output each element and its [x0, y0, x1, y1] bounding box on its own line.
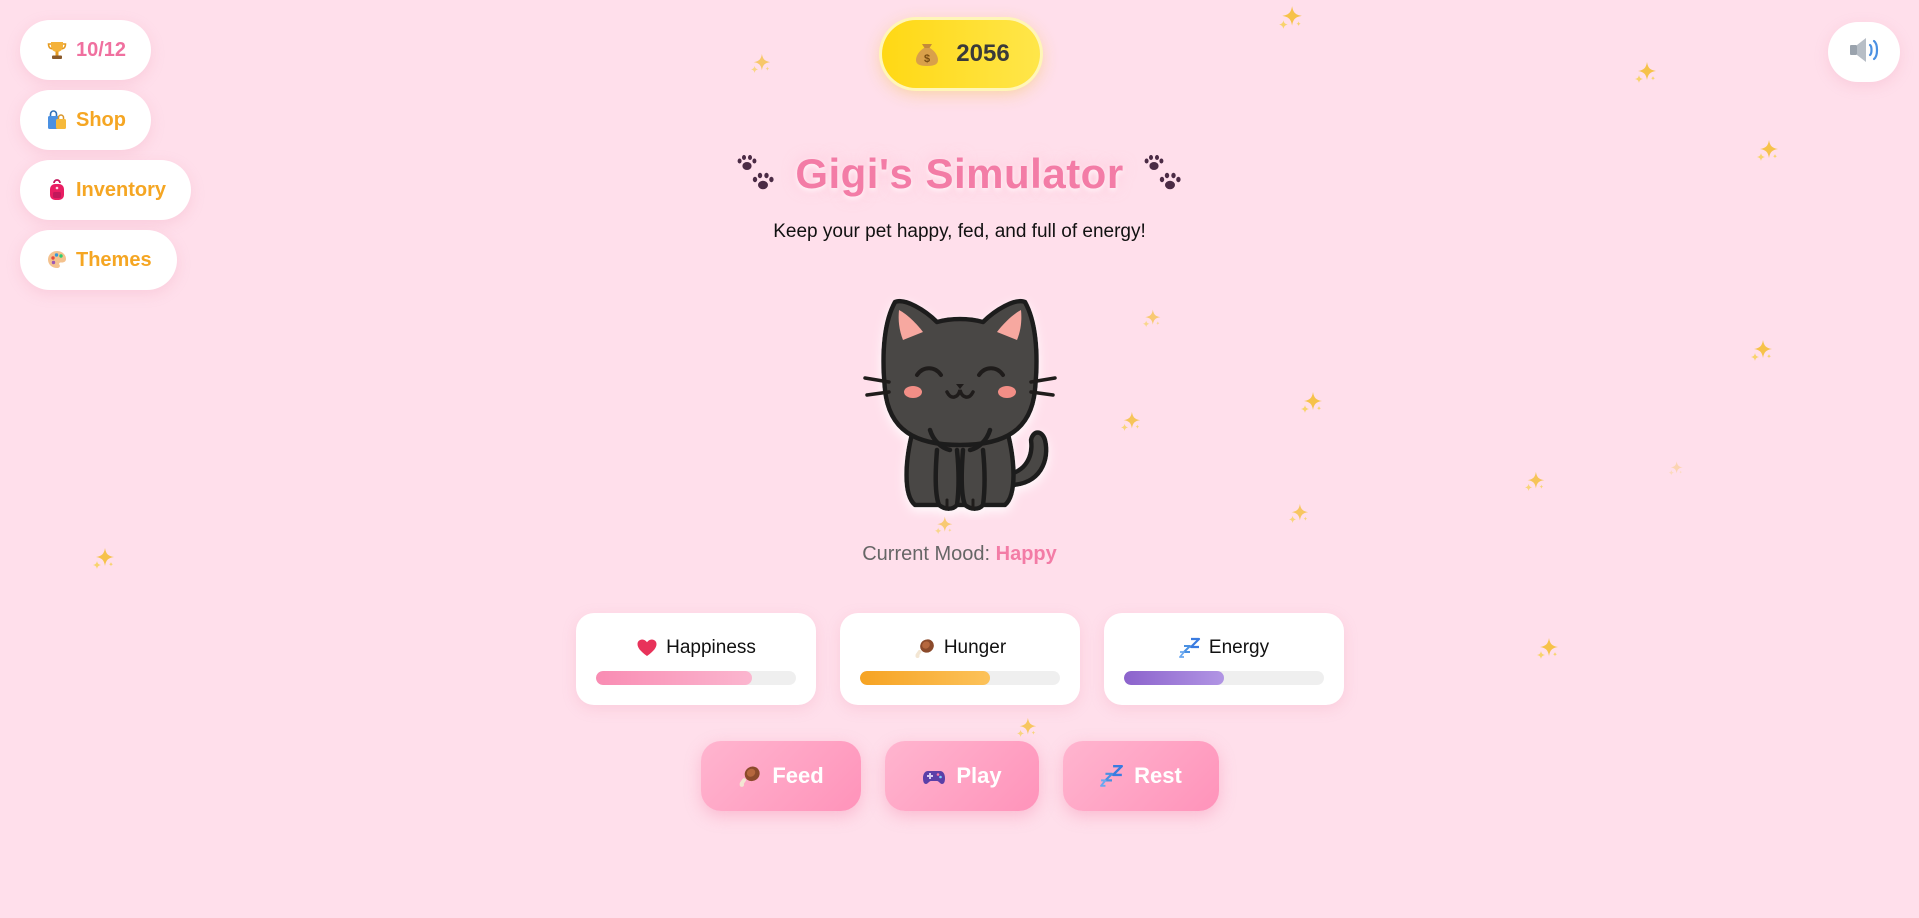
- hunger-label: Hunger: [943, 637, 1007, 658]
- sparkle-icon: [1634, 60, 1658, 84]
- happiness-bar: [596, 671, 796, 685]
- coin-counter: $ 2056: [882, 20, 1040, 88]
- hunger-bar: [860, 671, 1060, 685]
- subtitle: Keep your pet happy, fed, and full of en…: [773, 221, 1146, 242]
- palette-icon: [46, 249, 68, 271]
- sparkle-icon: [934, 515, 954, 535]
- mood-value: Happy: [995, 543, 1057, 565]
- feed-button[interactable]: Feed: [701, 741, 861, 811]
- title-row: Gigi's Simulator: [0, 150, 1919, 198]
- sparkle-icon: [92, 546, 116, 570]
- svg-text:$: $: [924, 53, 930, 65]
- coin-amount: 2056: [956, 40, 1010, 67]
- meat-icon: [738, 764, 762, 788]
- themes-label: Themes: [76, 248, 152, 271]
- energy-bar-fill: [1124, 671, 1224, 685]
- feed-label: Feed: [772, 763, 824, 788]
- hunger-bar-fill: [860, 671, 990, 685]
- achievements-label: 10/12: [76, 38, 127, 61]
- current-mood: Current Mood: Happy: [0, 543, 1919, 566]
- energy-bar: [1124, 671, 1324, 685]
- achievements-button[interactable]: 10/12: [20, 20, 151, 80]
- sparkle-icon: [1016, 716, 1038, 738]
- pet-cat[interactable]: [855, 280, 1065, 520]
- hunger-stat-card: Hunger: [840, 613, 1080, 705]
- sparkle-icon: [1524, 470, 1546, 492]
- shop-label: Shop: [76, 108, 126, 131]
- energy-stat-card: Energy: [1104, 613, 1344, 705]
- happiness-label: Happiness: [666, 637, 756, 658]
- paw-prints-icon: [1142, 153, 1184, 195]
- shop-button[interactable]: Shop: [20, 90, 151, 150]
- zzz-icon: [1100, 764, 1124, 788]
- sparkle-icon: [1278, 4, 1304, 30]
- heart-icon: [636, 637, 658, 659]
- shopping-bags-icon: [46, 109, 68, 131]
- sparkle-icon: [750, 52, 772, 74]
- rest-label: Rest: [1134, 763, 1182, 788]
- meat-icon: [914, 637, 936, 659]
- mood-label: Current Mood:: [862, 543, 991, 565]
- page-title: Gigi's Simulator: [795, 150, 1124, 197]
- trophy-icon: [46, 39, 68, 61]
- play-button[interactable]: Play: [885, 741, 1039, 811]
- energy-label: Energy: [1208, 637, 1270, 658]
- sparkle-icon: [1536, 636, 1560, 660]
- sparkle-icon: [1142, 308, 1162, 328]
- happiness-bar-fill: [596, 671, 752, 685]
- sparkle-icon: [1750, 338, 1774, 362]
- sparkle-icon: [1300, 390, 1324, 414]
- zzz-icon: [1178, 637, 1201, 659]
- sound-toggle-button[interactable]: [1828, 22, 1900, 82]
- rest-button[interactable]: Rest: [1063, 741, 1219, 811]
- paw-prints-icon: [735, 153, 777, 195]
- play-label: Play: [956, 763, 1002, 788]
- sparkle-icon: [1120, 410, 1142, 432]
- happiness-stat-card: Happiness: [576, 613, 816, 705]
- sparkle-icon: [1288, 502, 1310, 524]
- money-bag-icon: $: [912, 39, 942, 69]
- speaker-icon: [1847, 35, 1881, 70]
- sparkle-icon: [1668, 460, 1684, 476]
- sparkle-icon: [1756, 138, 1780, 162]
- game-controller-icon: [922, 764, 946, 788]
